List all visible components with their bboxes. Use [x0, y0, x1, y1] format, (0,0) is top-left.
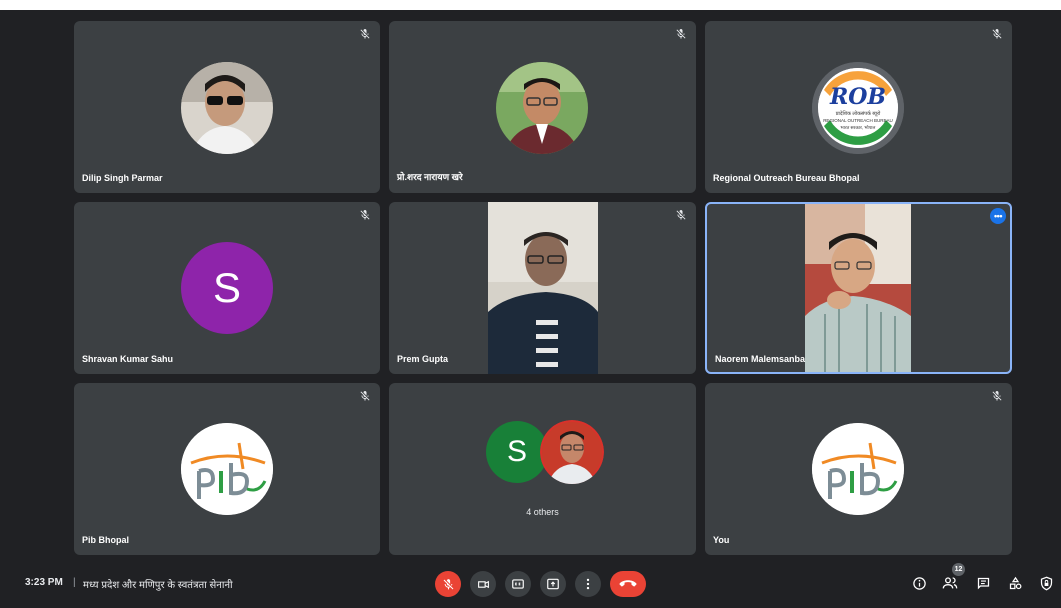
present-screen-button[interactable] [540, 571, 566, 597]
captions-button[interactable] [505, 571, 531, 597]
rob-logo: ROB प्रादेशिक लोकसंपर्क ब्यूरो REGIONAL … [812, 62, 904, 154]
participant-name: Shravan Kumar Sahu [82, 354, 174, 364]
mic-off-icon [360, 391, 370, 401]
present-to-all-icon [547, 578, 559, 590]
others-count-label: 4 others [526, 507, 559, 517]
others-tile[interactable]: S 4 others [389, 383, 696, 555]
participant-name: Pib Bhopal [82, 535, 129, 545]
participant-name: Dilip Singh Parmar [82, 173, 163, 183]
captions-icon [512, 579, 524, 589]
participant-tile[interactable]: S Shravan Kumar Sahu [74, 202, 380, 374]
mic-off-icon [992, 391, 1002, 401]
participant-name: Naorem Malemsanba [715, 354, 806, 364]
chat-icon [977, 577, 989, 589]
meeting-details-button[interactable] [909, 573, 929, 593]
meeting-title: मध्य प्रदेश और मणिपुर के स्वतंत्रता सेना… [83, 580, 233, 591]
mic-off-icon [676, 210, 686, 220]
videocam-icon [477, 580, 489, 588]
pib-logo [181, 423, 273, 515]
avatar: S [486, 421, 548, 483]
bottom-control-bar: 3:23 PM | मध्य प्रदेश और मणिपुर के स्वतं… [0, 562, 1061, 608]
rob-logo-line1: प्रादेशिक लोकसंपर्क ब्यूरो [835, 111, 881, 117]
call-end-icon [619, 580, 637, 587]
participant-tile[interactable]: प्रो.शरद नारायण खरे [389, 21, 696, 193]
avatar: S [181, 242, 273, 334]
info-icon [912, 576, 926, 590]
separator: | [73, 577, 76, 588]
rob-logo-line3: भारत सरकार, भोपाल [840, 125, 876, 130]
host-controls-button[interactable] [1036, 573, 1056, 593]
participant-name: You [713, 535, 730, 545]
mic-off-icon [676, 29, 686, 39]
rob-logo-letters: ROB [829, 84, 887, 110]
more-options-button[interactable] [575, 571, 601, 597]
shield-lock-icon [1040, 576, 1052, 590]
video-feed [805, 204, 911, 372]
video-feed [488, 202, 598, 374]
more-vert-icon [586, 578, 590, 590]
leave-call-button[interactable] [610, 571, 646, 597]
more-options-icon[interactable]: ••• [990, 208, 1006, 224]
participant-tile-self[interactable]: You [705, 383, 1012, 555]
pib-logo [812, 423, 904, 515]
top-band [0, 0, 1061, 10]
microphone-toggle-button[interactable] [435, 571, 461, 597]
people-icon [942, 577, 958, 589]
participant-tile[interactable]: ROB प्रादेशिक लोकसंपर्क ब्यूरो REGIONAL … [705, 21, 1012, 193]
chat-button[interactable] [973, 573, 993, 593]
mic-off-icon [992, 29, 1002, 39]
participant-tile[interactable]: Pib Bhopal [74, 383, 380, 555]
camera-toggle-button[interactable] [470, 571, 496, 597]
meeting-time: 3:23 PM [25, 577, 63, 588]
avatar [496, 62, 588, 154]
activities-icon [1009, 576, 1021, 589]
participant-name: Prem Gupta [397, 354, 449, 364]
meeting-stage: Dilip Singh Parmar प्रो.शरद नारायण खरे R… [0, 0, 1061, 608]
activities-button[interactable] [1005, 573, 1025, 593]
participants-button[interactable] [940, 573, 960, 593]
participant-tile[interactable]: Prem Gupta [389, 202, 696, 374]
mic-off-icon [360, 29, 370, 39]
participant-name: Regional Outreach Bureau Bhopal [713, 173, 860, 183]
avatar [540, 420, 604, 484]
mic-off-icon [360, 210, 370, 220]
participant-count-badge: 12 [952, 563, 965, 576]
mic-off-icon [443, 578, 453, 589]
rob-logo-line2: REGIONAL OUTREACH BUREAU [823, 118, 893, 123]
avatar [181, 62, 273, 154]
participant-tile-active[interactable]: ••• Naorem Malemsanba [705, 202, 1012, 374]
participant-name: प्रो.शरद नारायण खरे [397, 172, 463, 182]
participant-tile[interactable]: Dilip Singh Parmar [74, 21, 380, 193]
